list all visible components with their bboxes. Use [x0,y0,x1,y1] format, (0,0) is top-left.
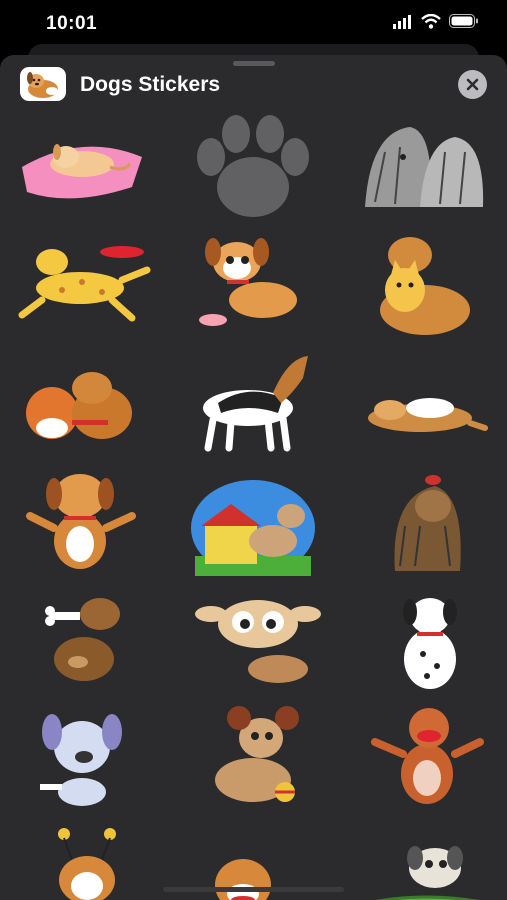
sticker-howling-beagle[interactable] [183,348,323,458]
wifi-icon [421,13,441,34]
sticker-cat-and-dog-cuddling[interactable] [12,348,152,458]
sticker-running-puppy[interactable] [183,230,323,340]
sticker-big-eyed-puppy[interactable] [183,584,323,694]
sticker-paw-print[interactable] [183,112,323,222]
sticker-dalmatian[interactable] [355,584,495,694]
sticker-sheet[interactable]: Dogs Stickers [0,55,507,900]
close-button[interactable] [458,70,487,99]
sticker-yorkshire-terrier[interactable] [355,466,495,576]
sheet-header: Dogs Stickers [0,67,507,103]
sticker-puppy-in-basket[interactable] [355,820,495,900]
sheet-grabber[interactable] [233,61,275,66]
close-icon [466,78,479,91]
sticker-shaggy-grey-dogs[interactable] [355,112,495,222]
sheet-title: Dogs Stickers [80,73,221,96]
sticker-blue-puppy-with-bone[interactable] [12,702,152,812]
status-bar: 10:01 [0,0,507,50]
signal-icon [393,14,413,34]
sticker-puppy-with-ball[interactable] [183,702,323,812]
sticker-dog-and-cat-hugging[interactable] [355,230,495,340]
sticker-puppy-with-antennae[interactable] [12,820,152,900]
sticker-standing-red-dog[interactable] [355,702,495,812]
app-icon [20,67,66,101]
sticker-sleeping-puppy-on-pillow[interactable] [12,112,152,222]
battery-icon [449,14,479,34]
sticker-happy-puppy-open-arms[interactable] [12,466,152,576]
sticker-puppy-with-bone[interactable] [12,584,152,694]
sticker-spotted-dog-catching-frisbee[interactable] [12,230,152,340]
home-indicator[interactable] [163,887,344,892]
sticker-lying-dog[interactable] [355,348,495,458]
status-time: 10:01 [46,13,98,34]
sticker-dog-at-doghouse[interactable] [183,466,323,576]
